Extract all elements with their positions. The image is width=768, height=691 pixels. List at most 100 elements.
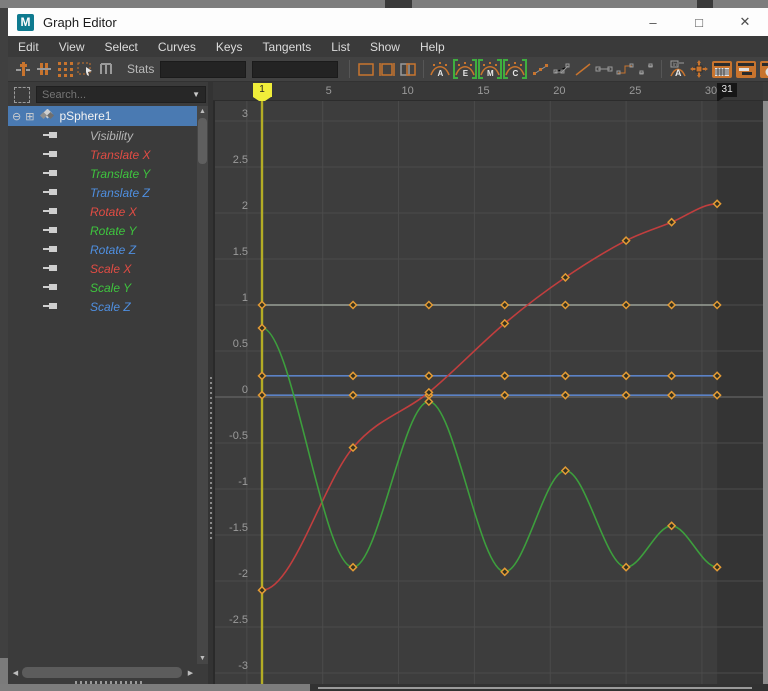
svg-text:1.5: 1.5 (233, 246, 248, 258)
ruler-tick-label: 15 (477, 85, 489, 97)
svg-text:-3: -3 (238, 660, 248, 672)
transform-node-icon (39, 109, 55, 124)
tangent-auto-button[interactable]: A (429, 59, 451, 79)
keyframe-icon[interactable] (43, 129, 59, 143)
stacked-view-button[interactable] (376, 59, 397, 79)
keyframe-icon[interactable] (43, 224, 59, 238)
svg-text:-1: -1 (238, 476, 248, 488)
keyframe-icon[interactable] (43, 243, 59, 257)
graph-view[interactable]: 32.521.510.50-0.5-1-1.5-2-2.5-3 (213, 101, 763, 684)
keyframe-icon[interactable] (43, 186, 59, 200)
keyframe-icon[interactable] (43, 167, 59, 181)
search-input[interactable] (37, 89, 192, 101)
menu-view[interactable]: View (49, 38, 95, 56)
svg-text:0: 0 (242, 384, 248, 396)
chevron-down-icon[interactable]: ▼ (192, 90, 200, 99)
channel-row-translate-z[interactable]: Translate Z (8, 183, 197, 202)
channel-row-scale-y[interactable]: Scale Y (8, 278, 197, 297)
menu-curves[interactable]: Curves (148, 38, 206, 56)
channel-row-visibility[interactable]: Visibility (8, 126, 197, 145)
svg-text:A: A (675, 68, 682, 78)
tree-node-psphere1[interactable]: ⊖ ⊞ pSphere1 (8, 106, 197, 126)
keyframe-icon[interactable] (43, 281, 59, 295)
insert-keys-tool[interactable] (33, 59, 54, 79)
retime-tool[interactable] (96, 59, 117, 79)
menu-edit[interactable]: Edit (8, 38, 49, 56)
outliner-horizontal-scrollbar[interactable]: ◀ ▶ (10, 666, 196, 679)
svg-text:-0.5: -0.5 (229, 430, 248, 442)
minimize-button[interactable]: – (630, 8, 676, 36)
menu-help[interactable]: Help (410, 38, 455, 56)
time-ruler[interactable]: 1 31 51015202530 (213, 82, 763, 101)
tangent-step-button[interactable] (614, 59, 635, 79)
range-end-marker[interactable]: 31 (717, 83, 737, 97)
tangent-auto-mix-button[interactable]: M (479, 59, 501, 79)
current-time-marker[interactable]: 1 (253, 83, 272, 97)
menu-keys[interactable]: Keys (206, 38, 253, 56)
channel-row-rotate-z[interactable]: Rotate Z (8, 240, 197, 259)
normalized-view-button[interactable] (397, 59, 418, 79)
maximize-button[interactable]: □ (676, 8, 722, 36)
svg-text:3: 3 (242, 108, 248, 120)
keyframe-icon[interactable] (43, 300, 59, 314)
keyframe-icon[interactable] (43, 205, 59, 219)
channel-row-scale-x[interactable]: Scale X (8, 259, 197, 278)
menu-list[interactable]: List (321, 38, 360, 56)
channel-row-translate-y[interactable]: Translate Y (8, 164, 197, 183)
scrollbar-thumb[interactable] (22, 667, 182, 678)
stats-value-input[interactable] (252, 61, 338, 78)
stats-time-input[interactable] (160, 61, 246, 78)
menu-show[interactable]: Show (360, 38, 410, 56)
channel-label: Translate Z (90, 186, 150, 200)
svg-text:-1.5: -1.5 (229, 522, 248, 534)
tangent-plateau-button[interactable] (635, 59, 656, 79)
default-in-tangent-button[interactable]: inA (667, 59, 688, 79)
filter-icon[interactable] (14, 87, 30, 103)
channel-row-translate-x[interactable]: Translate X (8, 145, 197, 164)
scroll-up-arrow-icon[interactable]: ▲ (197, 106, 208, 117)
collapse-icon[interactable]: ⊖ (12, 110, 21, 123)
ruler-tick-label: 25 (629, 85, 641, 97)
graph-horizontal-scrollbar[interactable] (310, 684, 768, 691)
menu-tangents[interactable]: Tangents (253, 38, 322, 56)
dope-sheet-button[interactable] (711, 59, 732, 79)
window-titlebar[interactable]: M Graph Editor – □ ✕ (8, 8, 768, 36)
channel-row-rotate-y[interactable]: Rotate Y (8, 221, 197, 240)
channel-row-scale-z[interactable]: Scale Z (8, 297, 197, 316)
background-window-fragment (385, 0, 412, 8)
menu-select[interactable]: Select (94, 38, 147, 56)
channel-row-rotate-x[interactable]: Rotate X (8, 202, 197, 221)
channel-label: Rotate Z (90, 243, 136, 257)
region-select-keys-tool[interactable] (75, 59, 96, 79)
desktop-top-strip (0, 0, 768, 8)
screen: M Graph Editor – □ ✕ EditViewSelectCurve… (0, 0, 768, 691)
move-key-component-button[interactable] (688, 59, 709, 79)
tangent-auto-custom-button[interactable]: C (504, 59, 526, 79)
absolute-view-button[interactable] (355, 59, 376, 79)
expand-icon[interactable]: ⊞ (25, 110, 34, 123)
outliner-vertical-scrollbar[interactable]: ▲ ▼ (197, 106, 208, 664)
tangent-clamped-button[interactable] (551, 59, 572, 79)
svg-text:-2.5: -2.5 (229, 614, 248, 626)
close-button[interactable]: ✕ (722, 8, 768, 36)
time-editor-button[interactable] (759, 59, 768, 79)
tangent-linear-button[interactable] (572, 59, 593, 79)
curve-layers-button[interactable] (735, 59, 756, 79)
keyframe-icon[interactable] (43, 262, 59, 276)
scroll-down-arrow-icon[interactable]: ▼ (197, 653, 208, 664)
scroll-left-arrow-icon[interactable]: ◀ (10, 667, 21, 678)
background-window-fragment (697, 0, 713, 8)
tangent-spline-button[interactable] (530, 59, 551, 79)
scrollbar-thumb[interactable] (318, 687, 752, 689)
scrollbar-thumb[interactable] (198, 118, 207, 164)
node-label: pSphere1 (59, 109, 111, 123)
lattice-deform-keys-tool[interactable] (54, 59, 75, 79)
graph-vertical-scrollbar[interactable] (763, 101, 768, 684)
stats-label: Stats (127, 62, 154, 76)
tangent-auto-ease-button[interactable]: E (454, 59, 476, 79)
keyframe-icon[interactable] (43, 148, 59, 162)
tangent-flat-button[interactable] (593, 59, 614, 79)
scroll-right-arrow-icon[interactable]: ▶ (185, 667, 196, 678)
svg-text:1: 1 (242, 292, 248, 304)
move-nearest-picked-key-tool[interactable] (12, 59, 33, 79)
